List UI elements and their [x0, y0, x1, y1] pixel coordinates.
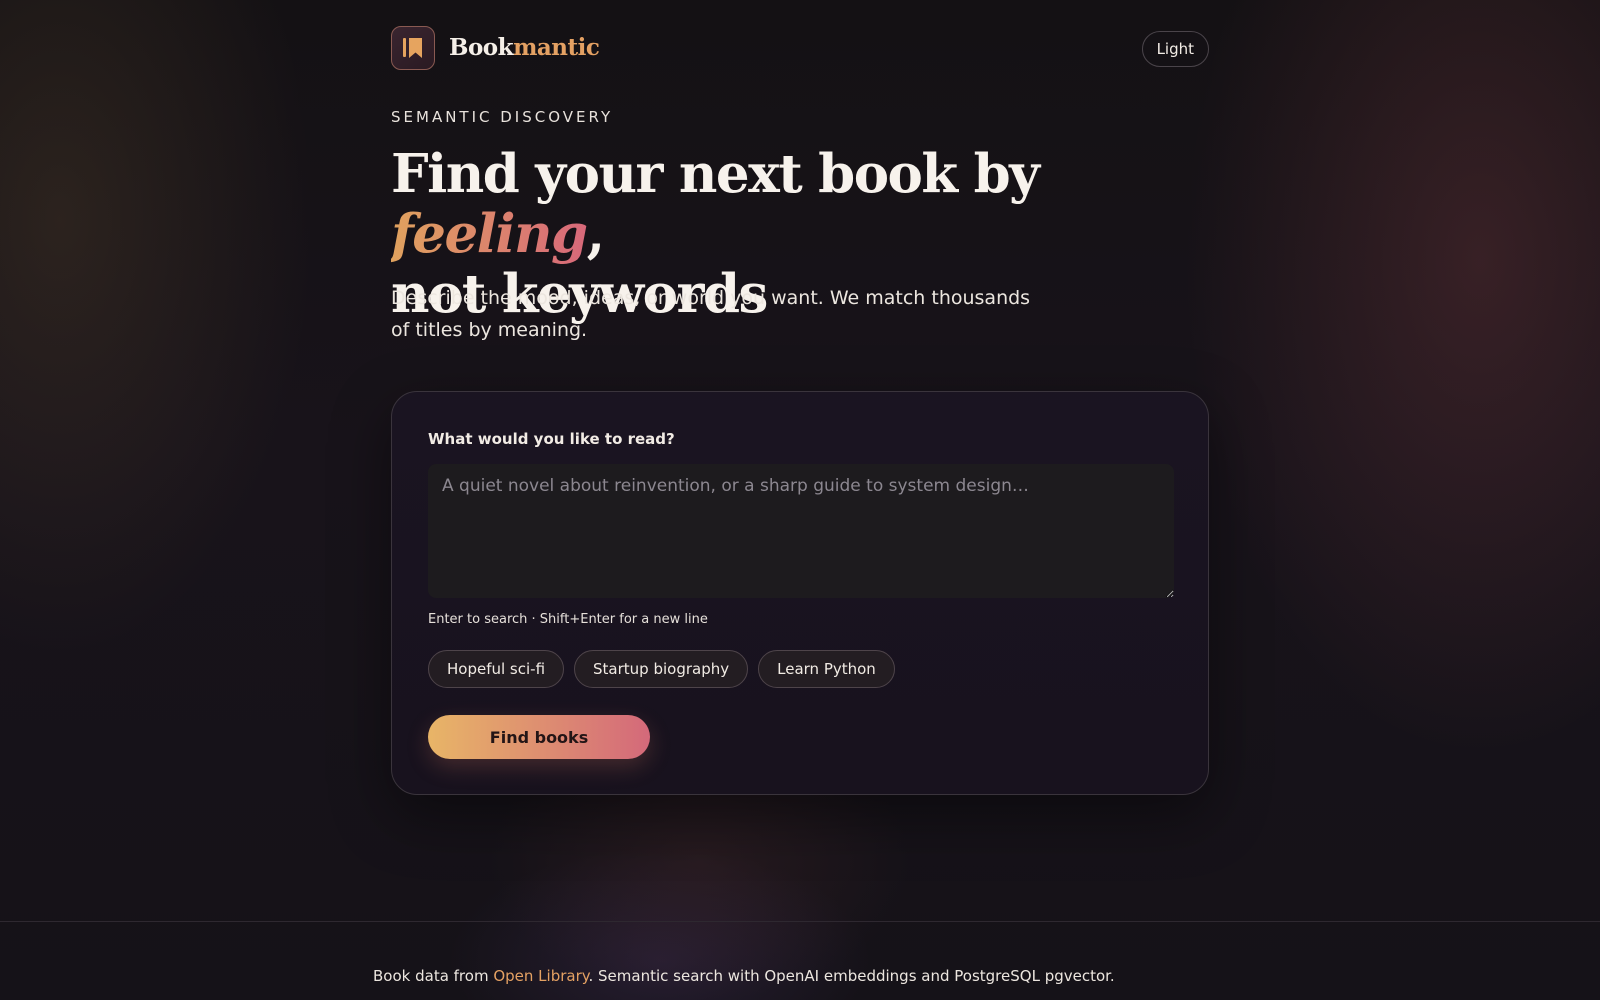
search-label: What would you like to read? — [428, 430, 675, 448]
brand-name[interactable]: Bookmantic — [449, 34, 600, 61]
eyebrow-text: SEMANTIC DISCOVERY — [391, 108, 614, 126]
footer-divider — [0, 921, 1600, 922]
suggestion-chip[interactable]: Startup biography — [574, 650, 749, 688]
search-card: What would you like to read? Enter to se… — [391, 391, 1209, 795]
open-library-link[interactable]: Open Library — [493, 967, 588, 985]
headline-part1: Find your next book by — [391, 143, 1040, 205]
book-bookmark-icon[interactable] — [391, 26, 435, 70]
search-input[interactable] — [428, 464, 1174, 598]
page-subtitle: Describe the mood, ideas, or world you w… — [391, 287, 1031, 341]
footer: Book data from Open Library. Semantic se… — [373, 967, 1115, 985]
footer-prefix: Book data from — [373, 967, 494, 985]
header: Bookmantic Light — [391, 26, 1209, 72]
suggestion-chip[interactable]: Learn Python — [758, 650, 895, 688]
footer-suffix: . Semantic search with OpenAI embeddings… — [588, 967, 1115, 985]
theme-toggle-button[interactable]: Light — [1141, 31, 1209, 67]
headline-part2: , — [586, 203, 605, 265]
suggestion-chips: Hopeful sci-fi Startup biography Learn P… — [428, 650, 895, 688]
find-books-button[interactable]: Find books — [428, 715, 650, 759]
headline-emphasis: feeling — [391, 203, 588, 265]
suggestion-chip[interactable]: Hopeful sci-fi — [428, 650, 565, 688]
brand-name-part2: mantic — [513, 34, 600, 61]
brand-name-part1: Book — [449, 34, 514, 61]
keyboard-hint: Enter to search · Shift+Enter for a new … — [428, 612, 708, 627]
